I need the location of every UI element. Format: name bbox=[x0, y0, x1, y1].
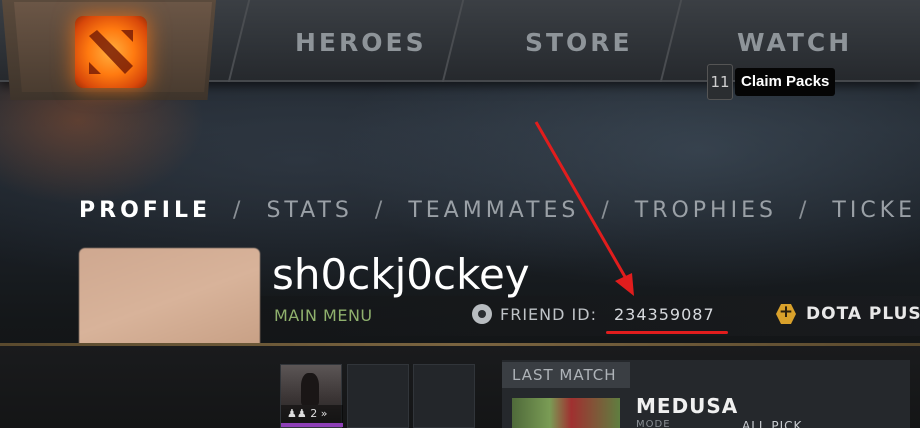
hero-slot-3[interactable] bbox=[413, 364, 475, 428]
friend-id-label: FRIEND ID: bbox=[500, 305, 597, 324]
subnav-separator: / bbox=[798, 198, 811, 223]
dota-logo-icon[interactable] bbox=[75, 16, 147, 88]
nav-separator bbox=[441, 0, 465, 82]
annotation-underline bbox=[606, 331, 728, 334]
last-match-mode-value: ALL PICK bbox=[742, 419, 803, 428]
tab-stats[interactable]: STATS bbox=[266, 198, 352, 223]
tab-tickets[interactable]: TICKE bbox=[832, 198, 916, 223]
hero-portrait bbox=[301, 373, 319, 405]
nav-separator bbox=[227, 0, 251, 82]
last-match-hero-name: MEDUSA bbox=[636, 394, 739, 418]
party-icon: ♟♟ bbox=[287, 407, 307, 420]
last-match-label: LAST MATCH bbox=[502, 362, 630, 388]
steam-icon bbox=[472, 304, 492, 324]
nav-separator bbox=[659, 0, 683, 82]
subnav-separator: / bbox=[233, 198, 245, 223]
nav-store[interactable]: STORE bbox=[525, 28, 633, 57]
gold-divider bbox=[0, 343, 920, 346]
last-match-hero-thumbnail[interactable] bbox=[512, 398, 620, 428]
hero-slot-info: ♟♟ 2 » bbox=[281, 405, 343, 423]
nav-watch[interactable]: WATCH bbox=[737, 28, 852, 57]
profile-subnav: PROFILE / STATS / TEAMMATES / TROPHIES / TICKE bbox=[79, 198, 916, 223]
claim-packs-tooltip[interactable]: Claim Packs bbox=[735, 68, 836, 96]
hero-slot-bar bbox=[281, 423, 343, 427]
friend-id-value[interactable]: 234359087 bbox=[614, 305, 715, 324]
subnav-separator: / bbox=[601, 198, 613, 223]
nav-heroes[interactable]: HEROES bbox=[295, 28, 427, 57]
tab-trophies[interactable]: TROPHIES bbox=[635, 198, 777, 223]
tab-profile[interactable]: PROFILE bbox=[79, 198, 211, 223]
tab-teammates[interactable]: TEAMMATES bbox=[408, 198, 579, 223]
hero-slot-1[interactable]: ♟♟ 2 » bbox=[280, 364, 343, 428]
username: sh0ckj0ckey bbox=[272, 250, 530, 299]
claim-count-badge[interactable]: 11 bbox=[707, 64, 733, 100]
dota-logo-glyph bbox=[89, 30, 133, 74]
chevron-right-icon: » bbox=[320, 407, 328, 420]
dota-plus-label[interactable]: DOTA PLUS bbox=[806, 304, 920, 324]
subnav-separator: / bbox=[374, 198, 387, 223]
main-menu-link[interactable]: MAIN MENU bbox=[274, 306, 373, 325]
last-match-mode-label: MODE bbox=[636, 419, 671, 428]
hero-slot-badge: 2 bbox=[310, 407, 318, 420]
hero-slot-2[interactable] bbox=[347, 364, 409, 428]
